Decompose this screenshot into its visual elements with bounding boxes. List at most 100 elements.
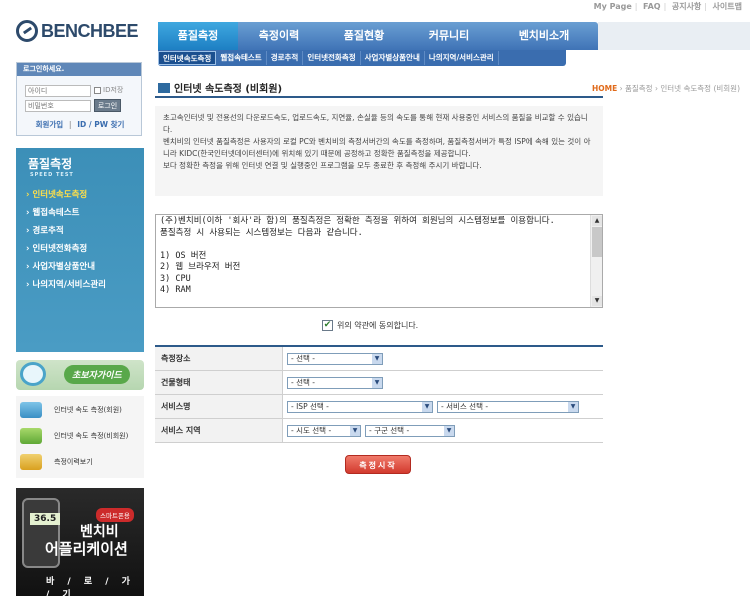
quick-link-label: 인터넷 속도 측정(회원) <box>54 406 122 414</box>
side-item-label: 나의지역/서비스관리 <box>32 280 106 290</box>
scroll-up-icon[interactable]: ▲ <box>592 216 602 226</box>
location-select[interactable]: - 선택 - ▼ <box>287 352 383 365</box>
isp-select[interactable]: - ISP 선택 - ▼ <box>287 400 433 413</box>
start-measurement-button[interactable]: 측정시작 <box>345 455 411 474</box>
nav-filler <box>598 22 750 50</box>
side-item-label: 인터넷전화측정 <box>32 244 88 254</box>
logo-icon <box>16 20 38 42</box>
form-label: 서비스 지역 <box>155 419 283 442</box>
side-item-label: 경로추적 <box>32 226 64 236</box>
save-id-toggle[interactable]: ID저장 <box>94 85 123 95</box>
nav-about[interactable]: 벤치비소개 <box>490 22 598 50</box>
login-links: 회원가입 | ID / PW 찾기 <box>17 119 143 130</box>
notice-link[interactable]: 공지사항 <box>672 2 701 11</box>
login-button[interactable]: 로그인 <box>94 99 121 112</box>
chevron-down-icon: ▼ <box>444 425 454 436</box>
login-links-separator: | <box>68 120 72 129</box>
save-id-label: ID저장 <box>103 86 124 94</box>
province-select[interactable]: - 시도 선택 - ▼ <box>287 424 361 437</box>
title-divider <box>155 96 603 98</box>
monitor-icon <box>20 402 42 418</box>
id-input[interactable] <box>25 85 91 97</box>
page-title: 인터넷 속도측정 (비회원) <box>158 80 282 95</box>
side-item-my-area[interactable]: › 나의지역/서비스관리 <box>26 278 106 290</box>
side-item-voip[interactable]: › 인터넷전화측정 <box>26 242 87 254</box>
nav-quality-status[interactable]: 품질현황 <box>320 22 408 50</box>
form-label: 측정장소 <box>155 347 283 370</box>
form-row-building: 건물형태 - 선택 - ▼ <box>155 371 603 395</box>
speed-reading: 36.5 <box>30 513 61 525</box>
main-navigation: 품질측정 측정이력 품질현황 커뮤니티 벤치비소개 인터넷속도측정 웹접속테스트… <box>158 22 750 66</box>
login-title: 로그인하세요. <box>17 63 141 76</box>
form-row-service: 서비스명 - ISP 선택 - ▼ - 서비스 선택 - ▼ <box>155 395 603 419</box>
side-menu-title: 품질측정 <box>28 157 73 171</box>
nav-history[interactable]: 측정이력 <box>238 22 320 50</box>
subnav-speed-test[interactable]: 인터넷속도측정 <box>158 51 217 65</box>
district-select[interactable]: - 구군 선택 - ▼ <box>365 424 455 437</box>
nav-quality-test[interactable]: 품질측정 <box>158 22 238 50</box>
quick-links: 인터넷 속도 측정(회원) 인터넷 속도 측정(비회원) 측정이력보기 <box>16 396 144 478</box>
agree-label: 위의 약관에 동의합니다. <box>337 321 419 330</box>
magnifier-icon <box>20 362 46 386</box>
intro-paragraph: 보다 정확한 측정을 위해 인터넷 연결 및 실행중인 프로그램을 모두 종료한… <box>163 161 482 170</box>
sitemap-link[interactable]: 사이트맵 <box>713 2 742 11</box>
intro-box: 초고속인터넷 및 전용선의 다운로드속도, 업로드속도, 지연율, 손실율 등의… <box>155 106 603 196</box>
form-row-region: 서비스 지역 - 시도 선택 - ▼ - 구군 선택 - ▼ <box>155 419 603 443</box>
find-account-link[interactable]: ID / PW 찾기 <box>77 120 124 129</box>
chart-icon <box>20 454 42 470</box>
quick-link-history[interactable]: 측정이력보기 <box>20 454 93 470</box>
form-label: 건물형태 <box>155 371 283 394</box>
side-item-speed-test[interactable]: › 인터넷속도측정 <box>26 188 87 200</box>
service-select[interactable]: - 서비스 선택 - ▼ <box>437 400 579 413</box>
logo-text: BENCHBEE <box>41 20 139 41</box>
nav-main-menu: 품질측정 측정이력 품질현황 커뮤니티 벤치비소개 <box>158 22 598 50</box>
subnav-my-area[interactable]: 나의지역/서비스관리 <box>425 51 499 65</box>
quick-link-member-test[interactable]: 인터넷 속도 측정(회원) <box>20 402 122 418</box>
password-input[interactable] <box>25 100 91 112</box>
intro-paragraph: 초고속인터넷 및 전용선의 다운로드속도, 업로드속도, 지연율, 손실율 등의… <box>163 113 588 134</box>
terms-scrollbar[interactable]: ▲ ▼ <box>590 215 602 307</box>
page-title-text: 인터넷 속도측정 (비회원) <box>174 84 283 95</box>
subnav-voip-test[interactable]: 인터넷전화측정 <box>303 51 361 65</box>
beginner-guide-banner[interactable]: 초보자가이드 <box>16 360 144 390</box>
side-item-products[interactable]: › 사업자별상품안내 <box>26 260 95 272</box>
app-banner-line2: 어플리케이션 <box>45 540 128 558</box>
agree-checkbox-row[interactable]: ✔ 위의 약관에 동의합니다. <box>322 320 418 331</box>
my-page-link[interactable]: My Page <box>594 2 632 11</box>
quick-link-guest-test[interactable]: 인터넷 속도 측정(비회원) <box>20 428 128 444</box>
nav-community[interactable]: 커뮤니티 <box>408 22 490 50</box>
side-item-label: 사업자별상품안내 <box>32 262 96 272</box>
side-item-traceroute[interactable]: › 경로추적 <box>26 224 64 236</box>
chevron-down-icon: ▼ <box>422 401 432 412</box>
faq-link[interactable]: FAQ <box>643 2 661 11</box>
building-select[interactable]: - 선택 - ▼ <box>287 376 383 389</box>
measurement-form: 측정장소 - 선택 - ▼ 건물형태 - 선택 - ▼ 서비스명 - ISP 선택 … <box>155 345 603 443</box>
breadcrumb-home[interactable]: HOME <box>592 84 617 93</box>
subnav-provider-products[interactable]: 사업자별상품안내 <box>361 51 425 65</box>
form-label: 서비스명 <box>155 395 283 418</box>
scroll-thumb[interactable] <box>592 227 602 257</box>
smartphone-badge: 스마트폰용 <box>96 508 134 522</box>
breadcrumb-level1[interactable]: 품질측정 <box>625 84 653 93</box>
nav-sub-menu: 인터넷속도측정 웹접속테스트 경로추적 인터넷전화측정 사업자별상품안내 나의지… <box>158 50 566 66</box>
side-item-web-test[interactable]: › 웹접속테스트 <box>26 206 79 218</box>
terms-textarea[interactable]: (주)벤치비(이하 '회사'라 함)의 품질측정은 정확한 측정을 위하여 회원… <box>155 214 603 308</box>
subnav-web-test[interactable]: 웹접속테스트 <box>216 51 267 65</box>
join-link[interactable]: 회원가입 <box>36 120 64 129</box>
guide-label: 초보자가이드 <box>64 365 130 384</box>
breadcrumb-level2: 인터넷 속도측정 (비회원) <box>660 84 740 93</box>
app-banner[interactable]: 36.5 스마트폰용 벤치비 어플리케이션 바 / 로 / 가 / 기 <box>16 488 144 596</box>
subnav-traceroute[interactable]: 경로추적 <box>267 51 304 65</box>
chevron-down-icon: ▼ <box>568 401 578 412</box>
quick-link-label: 인터넷 속도 측정(비회원) <box>54 432 129 440</box>
monitor-icon <box>158 82 170 93</box>
chevron-down-icon: ▼ <box>350 425 360 436</box>
intro-paragraph: 벤치비의 인터넷 품질측정은 사용자의 로컬 PC와 벤치비의 측정서버간의 속… <box>163 137 591 158</box>
agree-checkbox[interactable]: ✔ <box>322 320 333 331</box>
side-item-label: 웹접속테스트 <box>32 208 80 218</box>
site-logo[interactable]: BENCHBEE <box>16 20 139 42</box>
form-row-location: 측정장소 - 선택 - ▼ <box>155 347 603 371</box>
scroll-down-icon[interactable]: ▼ <box>592 296 602 306</box>
save-id-checkbox[interactable] <box>94 86 101 94</box>
quick-link-label: 측정이력보기 <box>54 458 93 466</box>
